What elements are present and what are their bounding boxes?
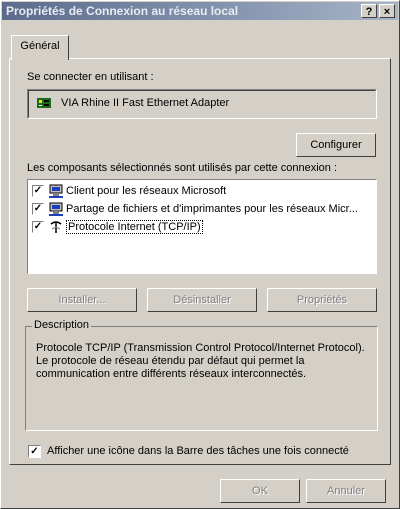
window-title: Propriétés de Connexion au réseau local xyxy=(6,4,239,18)
tab-general[interactable]: Général xyxy=(11,35,69,60)
list-item-label: Protocole Internet (TCP/IP) xyxy=(66,220,203,234)
tray-icon-checkbox[interactable]: ✓ xyxy=(28,445,41,458)
uninstall-button[interactable]: Désinstaller xyxy=(147,288,257,312)
cancel-button[interactable]: Annuler xyxy=(306,479,386,503)
help-button[interactable]: ? xyxy=(361,4,377,18)
file-printer-sharing-icon xyxy=(49,202,63,216)
configure-button[interactable]: Configurer xyxy=(296,133,376,157)
protocol-icon xyxy=(50,221,62,233)
title-bar[interactable]: Propriétés de Connexion au réseau local … xyxy=(2,2,398,20)
tray-icon-label[interactable]: Afficher une icône dans la Barre des tâc… xyxy=(47,445,349,457)
list-item-label: Client pour les réseaux Microsoft xyxy=(66,185,227,197)
list-item-label: Partage de fichiers et d'imprimantes pou… xyxy=(66,203,358,215)
connect-using-label: Se connecter en utilisant : xyxy=(27,71,154,83)
checkbox-file-sharing[interactable]: ✓ xyxy=(32,203,44,215)
checkbox-tcpip[interactable]: ✓ xyxy=(32,221,44,233)
ok-button[interactable]: OK xyxy=(220,479,300,503)
description-text: Protocole TCP/IP (Transmission Control P… xyxy=(36,342,365,380)
description-title: Description xyxy=(32,319,92,331)
tab-general-label: Général xyxy=(20,40,60,52)
close-button[interactable]: × xyxy=(379,4,395,18)
network-client-icon xyxy=(49,184,63,198)
network-adapter-icon xyxy=(37,98,51,108)
adapter-box: VIA Rhine II Fast Ethernet Adapter xyxy=(27,89,377,119)
properties-button[interactable]: Propriétés xyxy=(267,288,377,312)
components-label: Les composants sélectionnés sont utilisé… xyxy=(27,162,338,174)
adapter-name: VIA Rhine II Fast Ethernet Adapter xyxy=(61,97,230,109)
checkbox-client[interactable]: ✓ xyxy=(32,185,44,197)
components-list[interactable]: ✓ Client pour les réseaux Microsoft ✓ Pa… xyxy=(27,179,377,274)
install-button[interactable]: Installer... xyxy=(27,288,137,312)
properties-dialog: Propriétés de Connexion au réseau local … xyxy=(0,0,400,509)
